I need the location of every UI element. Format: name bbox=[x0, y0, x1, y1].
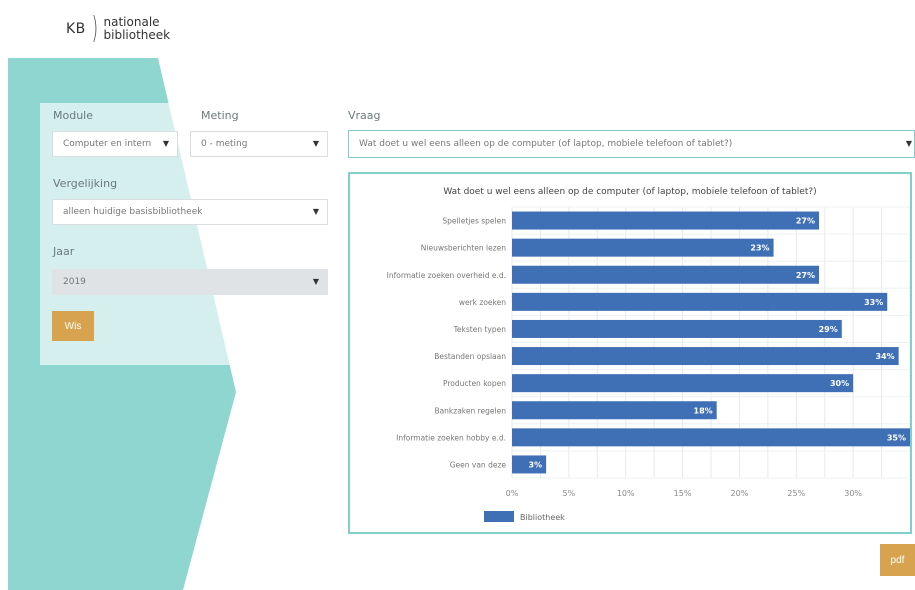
category-label: Geen van deze bbox=[450, 460, 507, 469]
module-label: Module bbox=[53, 109, 93, 122]
category-label: Teksten typen bbox=[453, 325, 507, 334]
bar bbox=[512, 374, 854, 393]
x-tick-label: 0% bbox=[506, 489, 519, 498]
data-label: 33% bbox=[864, 298, 883, 307]
logo-text: nationale bibliotheek bbox=[104, 16, 171, 42]
bar bbox=[512, 401, 717, 420]
logo-kb: KB bbox=[66, 21, 86, 37]
chevron-down-icon: ▼ bbox=[905, 139, 912, 148]
bar bbox=[512, 428, 910, 447]
vergelijking-select[interactable]: alleen huidige basisbibliotheek ▼ bbox=[52, 199, 328, 225]
vraag-label: Vraag bbox=[348, 109, 381, 122]
bar bbox=[512, 292, 888, 311]
category-label: Bestanden opslaan bbox=[434, 352, 506, 361]
category-label: Informatie zoeken overheid e.d. bbox=[387, 271, 506, 280]
x-tick-label: 25% bbox=[787, 489, 805, 498]
data-label: 27% bbox=[796, 217, 815, 226]
chevron-down-icon: ▼ bbox=[312, 207, 319, 216]
jaar-select[interactable]: 2019 ▼ bbox=[52, 269, 328, 295]
jaar-select-value: 2019 bbox=[63, 277, 86, 287]
data-label: 18% bbox=[694, 406, 713, 415]
jaar-label: Jaar bbox=[53, 245, 75, 258]
category-label: Informatie zoeken hobby e.d. bbox=[396, 433, 506, 442]
category-label: Bankzaken regelen bbox=[434, 406, 506, 415]
data-label: 30% bbox=[830, 379, 849, 388]
bar-chart: 0% 5% 10% 15% 20% 25% 30% Spelletjes spelen 27% N… bbox=[387, 206, 910, 522]
meting-select[interactable]: 0 - meting ▼ bbox=[190, 131, 328, 157]
pdf-button[interactable]: pdf bbox=[880, 544, 915, 576]
x-tick-label: 15% bbox=[674, 489, 692, 498]
x-tick-label: 10% bbox=[617, 489, 635, 498]
data-label: 34% bbox=[875, 352, 894, 361]
bar bbox=[512, 211, 820, 230]
meting-select-value: 0 - meting bbox=[201, 139, 248, 149]
category-label: Nieuwsberichten lezen bbox=[421, 244, 506, 253]
vraag-select-value: Wat doet u wel eens alleen op de compute… bbox=[359, 139, 733, 149]
module-select-value: Computer en intern bbox=[63, 139, 152, 149]
x-tick-label: 20% bbox=[731, 489, 749, 498]
chevron-down-icon: ▼ bbox=[162, 139, 169, 148]
category-label: werk zoeken bbox=[459, 298, 506, 307]
x-tick-label: 30% bbox=[844, 489, 862, 498]
logo-divider: ) bbox=[91, 11, 98, 46]
bar bbox=[512, 265, 820, 284]
vraag-select[interactable]: Wat doet u wel eens alleen op de compute… bbox=[348, 130, 915, 158]
legend-swatch bbox=[484, 511, 514, 522]
meting-label: Meting bbox=[201, 109, 239, 122]
bar bbox=[512, 319, 842, 338]
wis-button[interactable]: Wis bbox=[52, 311, 94, 341]
data-label: 23% bbox=[750, 244, 769, 253]
category-label: Spelletjes spelen bbox=[442, 217, 506, 226]
category-label: Producten kopen bbox=[443, 379, 506, 388]
chart-panel: Wat doet u wel eens alleen op de compute… bbox=[348, 172, 912, 534]
logo-line2: bibliotheek bbox=[103, 28, 171, 42]
x-tick-label: 5% bbox=[563, 489, 576, 498]
kb-logo[interactable]: KB ) nationale bibliotheek bbox=[66, 14, 170, 44]
chevron-down-icon: ▼ bbox=[312, 139, 319, 148]
vergelijking-label: Vergelijking bbox=[53, 177, 118, 190]
bar bbox=[512, 347, 899, 366]
data-label: 27% bbox=[796, 271, 815, 280]
data-label: 29% bbox=[819, 325, 838, 334]
legend-label: Bibliotheek bbox=[520, 513, 565, 522]
data-label: 3% bbox=[529, 460, 543, 469]
data-label: 35% bbox=[887, 433, 906, 442]
chevron-down-icon: ▼ bbox=[312, 277, 319, 286]
bar bbox=[512, 238, 774, 257]
module-select[interactable]: Computer en intern ▼ bbox=[52, 131, 178, 157]
vergelijking-select-value: alleen huidige basisbibliotheek bbox=[63, 207, 203, 217]
